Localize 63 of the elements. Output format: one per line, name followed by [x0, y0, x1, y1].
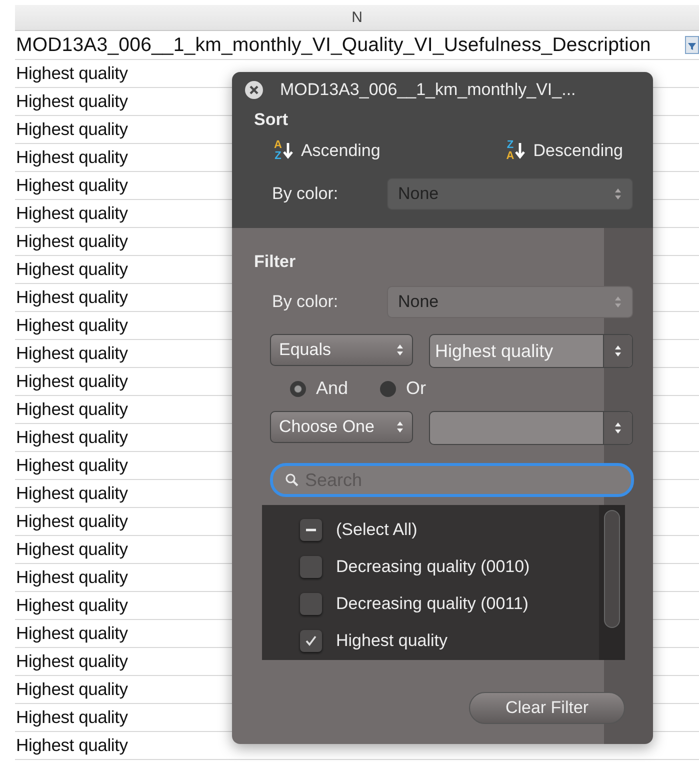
table-cell: Highest quality [15, 399, 128, 420]
radio-option[interactable]: And [290, 378, 348, 399]
color-dropdown[interactable]: None [387, 178, 633, 210]
stepper-arrows-icon [614, 421, 622, 435]
table-cell: Highest quality [15, 651, 128, 672]
checkbox[interactable] [300, 518, 322, 540]
close-icon[interactable] [244, 80, 264, 100]
table-cell: Highest quality [15, 679, 128, 700]
table-cell: Highest quality [15, 595, 128, 616]
stepper-arrows-icon [614, 344, 622, 358]
search-icon [285, 473, 299, 487]
table-cell: Highest quality [15, 707, 128, 728]
popover-title: MOD13A3_006__1_km_monthly_VI_... [280, 80, 576, 100]
table-cell: Highest quality [15, 287, 128, 308]
table-cell: Highest quality [15, 119, 128, 140]
table-cell: Highest quality [15, 231, 128, 252]
sort-button[interactable]: Z A Descending [506, 140, 623, 162]
table-cell: Highest quality [15, 735, 128, 756]
table-cell: Highest quality [15, 175, 128, 196]
column-header[interactable]: N [15, 5, 699, 31]
table-cell: Highest quality [15, 63, 128, 84]
section-heading: Sort [253, 109, 289, 131]
checkbox[interactable] [300, 630, 322, 652]
list-item[interactable]: Decreasing quality (0010) [262, 548, 600, 585]
stepper-arrows-icon [614, 187, 622, 201]
by-color-label: By color: [272, 292, 340, 312]
checkbox[interactable] [300, 592, 322, 614]
table-cell: Highest quality [15, 203, 128, 224]
table-cell: Highest quality [15, 483, 128, 504]
table-cell: Highest quality [15, 567, 128, 588]
radio-button[interactable] [290, 380, 306, 396]
sort-button[interactable]: A Z Ascending [274, 140, 380, 162]
table-cell: Highest quality [15, 343, 128, 364]
table-cell: Highest quality [15, 371, 128, 392]
clear-filter-button[interactable]: Clear Filter [469, 692, 625, 724]
table-cell: Highest quality [15, 623, 128, 644]
table-cell: Highest quality [15, 455, 128, 476]
value-combobox[interactable]: Highest quality [429, 334, 633, 368]
scrollbar-thumb[interactable] [604, 510, 620, 628]
table-cell: Highest quality [15, 91, 128, 112]
checkbox[interactable] [300, 556, 322, 578]
table-cell: Highest quality [15, 259, 128, 280]
filter-dropdown-icon[interactable] [685, 36, 699, 54]
list-item[interactable]: Highest quality [262, 622, 600, 659]
value-combobox[interactable] [429, 411, 633, 445]
stepper-arrows-icon [396, 420, 404, 434]
radio-option[interactable]: Or [380, 378, 426, 399]
table-cell: Highest quality [15, 427, 128, 448]
color-dropdown[interactable]: None [387, 286, 633, 318]
stepper-arrows-icon [396, 343, 404, 357]
operator-dropdown[interactable]: Choose One [270, 411, 413, 443]
list-item[interactable]: (Select All) [262, 511, 600, 548]
table-cell: Highest quality [15, 147, 128, 168]
operator-dropdown[interactable]: Equals [270, 334, 413, 366]
table-cell: Highest quality [15, 539, 128, 560]
stepper-arrows-icon [614, 295, 622, 309]
radio-button[interactable] [380, 380, 396, 396]
header-cell: MOD13A3_006__1_km_monthly_VI_Quality_VI_Usefulness_Description [15, 34, 651, 56]
table-cell: Highest quality [15, 315, 128, 336]
table-cell: Highest quality [15, 511, 128, 532]
section-heading: Filter [253, 251, 297, 273]
list-item[interactable]: Decreasing quality (0011) [262, 585, 600, 622]
by-color-label: By color: [272, 184, 340, 204]
